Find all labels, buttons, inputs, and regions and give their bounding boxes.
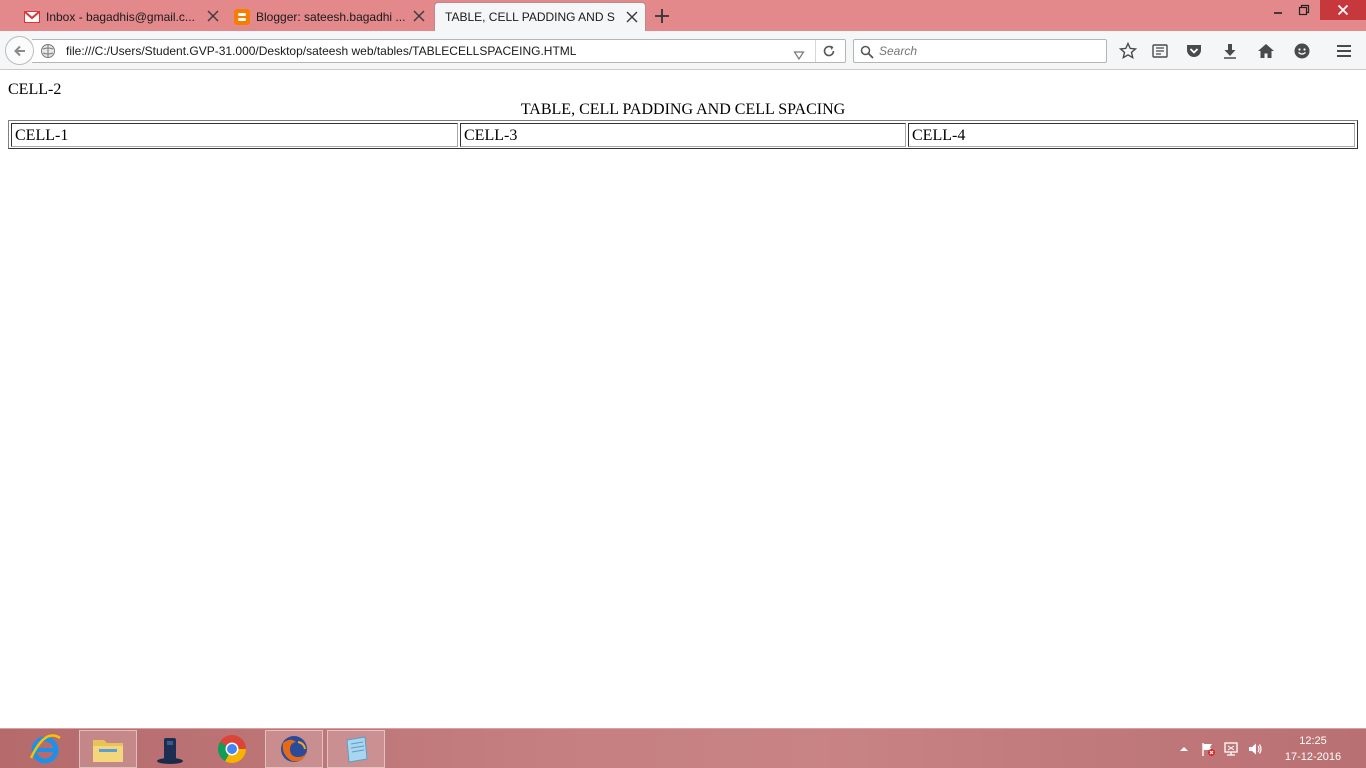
close-tab-icon[interactable]	[412, 9, 426, 23]
tab-label: Inbox - bagadhis@gmail.c...	[46, 9, 195, 24]
hello-chat-icon[interactable]	[1292, 41, 1312, 61]
tab-label: Blogger: sateesh.bagadhi ...	[256, 9, 406, 24]
internet-explorer-icon[interactable]	[16, 730, 74, 768]
tab-active-page[interactable]: TABLE, CELL PADDING AND S...	[434, 2, 646, 31]
pocket-icon[interactable]	[1184, 41, 1204, 61]
windows-taskbar: 12:25 17-12-2016	[0, 728, 1366, 768]
page-content: CELL-2 TABLE, CELL PADDING AND CELL SPAC…	[0, 71, 1366, 728]
spacing-table: CELL-1 CELL-3 CELL-4	[8, 120, 1358, 149]
network-icon[interactable]	[1223, 741, 1239, 757]
new-tab-button[interactable]	[652, 6, 672, 26]
clock-time: 12:25	[1299, 735, 1327, 747]
search-bar[interactable]	[853, 39, 1107, 63]
minimize-button[interactable]	[1266, 0, 1290, 20]
browser-titlebar: Inbox - bagadhis@gmail.c... Blogger: sat…	[0, 0, 1366, 31]
tab-gmail[interactable]: Inbox - bagadhis@gmail.c...	[18, 2, 226, 31]
notepad-icon[interactable]	[327, 730, 385, 768]
reload-icon[interactable]	[821, 43, 837, 59]
table-caption: TABLE, CELL PADDING AND CELL SPACING	[520, 101, 846, 118]
reading-list-icon[interactable]	[1150, 41, 1170, 61]
action-center-flag-icon[interactable]	[1200, 741, 1216, 757]
close-window-button[interactable]	[1320, 0, 1366, 20]
site-info-icon[interactable]	[40, 43, 56, 59]
table-cell: CELL-3	[460, 123, 906, 147]
table-cell: CELL-1	[11, 123, 458, 147]
chrome-icon[interactable]	[203, 730, 261, 768]
home-icon[interactable]	[1256, 41, 1276, 61]
gmail-icon	[24, 9, 40, 25]
file-explorer-icon[interactable]	[79, 730, 137, 768]
system-clock[interactable]: 12:25 17-12-2016	[1270, 733, 1356, 765]
navigation-toolbar: file:///C:/Users/Student.GVP-31.000/Desk…	[0, 31, 1366, 70]
url-separator	[815, 40, 816, 62]
tab-label: TABLE, CELL PADDING AND S...	[445, 10, 615, 24]
table-cell: CELL-4	[908, 123, 1355, 147]
volume-icon[interactable]	[1247, 741, 1263, 757]
url-text[interactable]: file:///C:/Users/Student.GVP-31.000/Desk…	[66, 44, 576, 58]
blogger-icon	[234, 8, 250, 25]
media-app-icon[interactable]	[141, 730, 199, 768]
downloads-icon[interactable]	[1220, 41, 1240, 61]
restore-button[interactable]	[1292, 0, 1316, 20]
show-hidden-icons-icon[interactable]	[1176, 741, 1192, 757]
close-tab-icon[interactable]	[625, 10, 639, 24]
search-icon	[860, 44, 874, 59]
history-dropdown-icon[interactable]	[793, 46, 805, 61]
close-tab-icon[interactable]	[206, 9, 220, 23]
stray-cell-text: CELL-2	[8, 81, 62, 98]
back-button[interactable]	[5, 36, 34, 65]
firefox-icon[interactable]	[265, 730, 323, 768]
address-bar[interactable]: file:///C:/Users/Student.GVP-31.000/Desk…	[32, 39, 846, 63]
bookmark-star-icon[interactable]	[1118, 41, 1138, 61]
menu-hamburger-icon[interactable]	[1334, 41, 1354, 61]
clock-date: 17-12-2016	[1284, 751, 1342, 763]
tab-blogger[interactable]: Blogger: sateesh.bagadhi ...	[228, 2, 432, 31]
search-input[interactable]	[879, 43, 1099, 59]
